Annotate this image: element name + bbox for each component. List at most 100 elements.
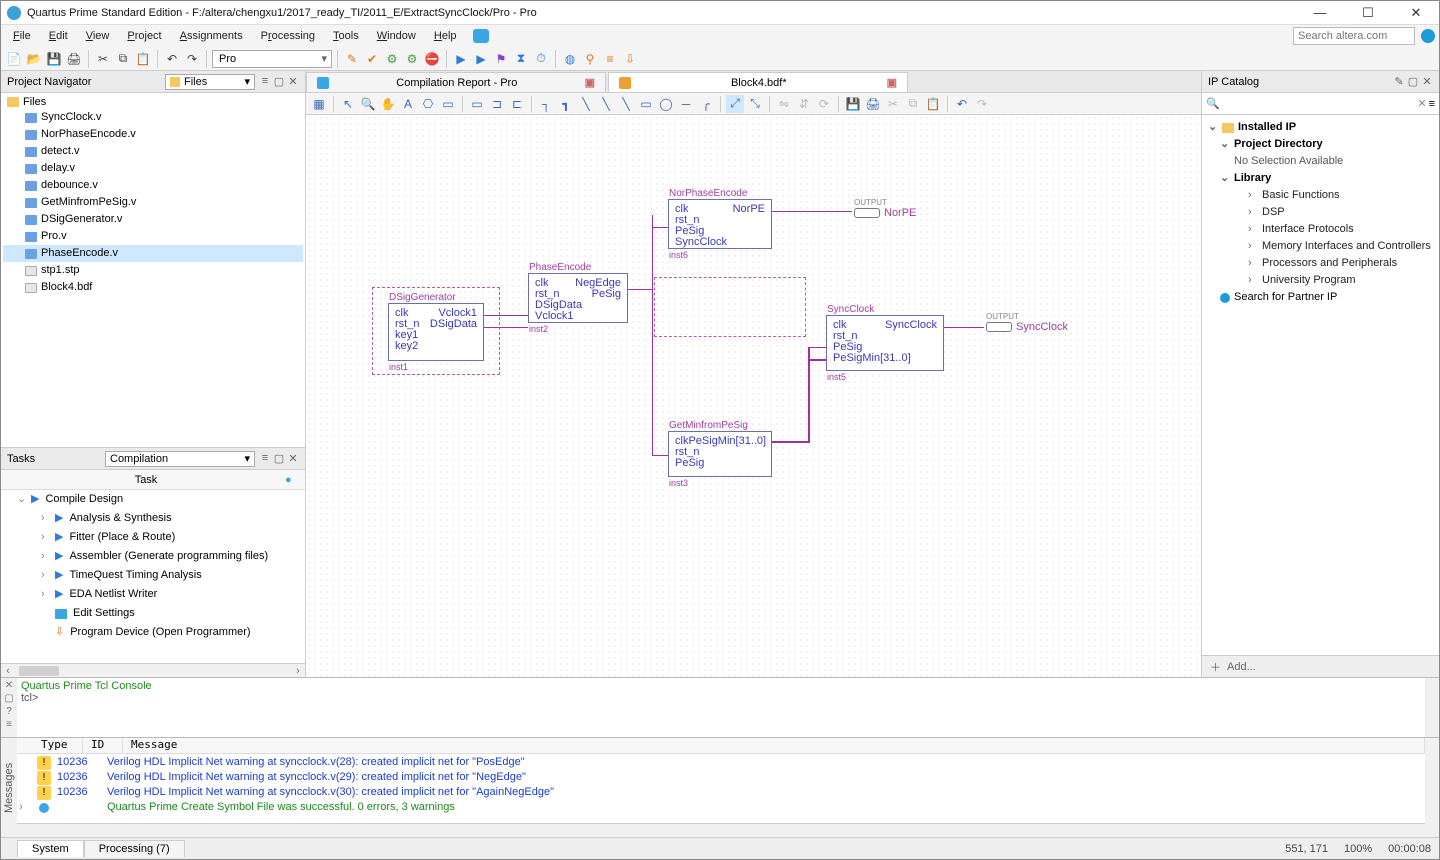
menu-tools[interactable]: Tools — [325, 28, 367, 44]
zoom-icon[interactable]: 🔍 — [359, 95, 377, 113]
open-icon[interactable]: 📂 — [25, 50, 43, 68]
menu-edit[interactable]: Edit — [41, 28, 76, 44]
altera-search-input[interactable] — [1294, 30, 1414, 42]
console-body[interactable]: Quartus Prime Tcl Console tcl> — [17, 678, 1425, 737]
tab-close-icon[interactable]: ▣ — [585, 76, 595, 89]
file-tree-item[interactable]: stp1.stp — [3, 262, 303, 279]
timing-icon[interactable]: ⏱ — [532, 50, 550, 68]
task-analysis-synthesis[interactable]: › ▶ Analysis & Synthesis — [1, 509, 305, 528]
task-edit-settings[interactable]: Edit Settings — [1, 604, 305, 623]
wand-icon[interactable]: ✎ — [1393, 75, 1405, 88]
wand-icon[interactable]: ✎ — [343, 50, 361, 68]
dock-icon[interactable]: ▢ — [273, 75, 285, 88]
pane-close-icon[interactable]: ✕ — [287, 452, 299, 465]
close-icon[interactable]: ✕ — [5, 680, 13, 691]
hand-icon[interactable]: ✋ — [379, 95, 397, 113]
menu-assignments[interactable]: Assignments — [172, 28, 251, 44]
messages-scrollbar-v[interactable] — [1425, 738, 1439, 837]
ip-library-item[interactable]: ›University Program — [1206, 272, 1435, 289]
file-tree-item[interactable]: GetMinfromPeSig.v — [3, 194, 303, 211]
file-tree-item[interactable]: DSigGenerator.v — [3, 211, 303, 228]
dock-icon[interactable]: ▢ — [273, 452, 285, 465]
task-compile-design[interactable]: ⌄ ▶ Compile Design — [1, 490, 305, 509]
globe-icon[interactable] — [1421, 29, 1435, 43]
redo-icon[interactable]: ↷ — [183, 50, 201, 68]
pin-out-icon[interactable]: ⊐ — [488, 95, 506, 113]
ip-search[interactable]: 🔍 ✕ ≡ — [1202, 93, 1439, 115]
message-row[interactable]: !10236Verilog HDL Implicit Net warning a… — [19, 755, 1423, 770]
dock-icon[interactable]: ▢ — [1407, 75, 1419, 88]
task-program-device[interactable]: ⇩ Program Device (Open Programmer) — [1, 623, 305, 642]
save-icon[interactable]: 💾 — [844, 95, 862, 113]
diag-bus-icon[interactable]: ╲ — [597, 95, 615, 113]
pane-close-icon[interactable]: ✕ — [1421, 75, 1433, 88]
message-row[interactable]: ›Quartus Prime Create Symbol File was su… — [19, 800, 1423, 815]
ip-library-item[interactable]: ›Memory Interfaces and Controllers — [1206, 238, 1435, 255]
ip-root[interactable]: ⌄ Installed IP — [1206, 119, 1435, 136]
messages-list[interactable]: !10236Verilog HDL Implicit Net warning a… — [17, 754, 1425, 823]
clear-icon[interactable]: ✕ — [1417, 97, 1426, 110]
close-button[interactable]: ✕ — [1399, 3, 1433, 23]
oval-icon[interactable]: ◯ — [657, 95, 675, 113]
menu-window[interactable]: Window — [369, 28, 424, 44]
play2-icon[interactable]: ▶ — [472, 50, 490, 68]
print-icon[interactable]: 🖨 — [864, 95, 882, 113]
menu-processing[interactable]: Processing — [253, 28, 323, 44]
project-combo[interactable]: Pro ▾ — [212, 50, 332, 68]
console-scrollbar[interactable] — [1425, 678, 1439, 737]
maximize-button[interactable]: ☐ — [1351, 3, 1385, 23]
conduit-icon[interactable]: ╲ — [617, 95, 635, 113]
print-icon[interactable]: 🖨 — [65, 50, 83, 68]
new-icon[interactable]: 📄 — [5, 50, 23, 68]
check-icon[interactable]: ✔ — [363, 50, 381, 68]
pointer-icon[interactable]: ↖ — [339, 95, 357, 113]
pin-bidir-icon[interactable]: ⊏ — [508, 95, 526, 113]
block-getminfrompesig[interactable]: GetMinfromPeSig clkPeSigMin[31..0] rst_n… — [668, 431, 772, 477]
signal-icon[interactable]: ≡ — [601, 50, 619, 68]
save-icon[interactable]: 💾 — [45, 50, 63, 68]
ip-library-item[interactable]: ›Processors and Peripherals — [1206, 255, 1435, 272]
gear-icon[interactable]: ⚙ — [383, 50, 401, 68]
messages-scrollbar-h[interactable] — [17, 823, 1425, 837]
analyze-icon[interactable]: ⧗ — [512, 50, 530, 68]
diag-wire-icon[interactable]: ╲ — [577, 95, 595, 113]
file-tree-item[interactable]: NorPhaseEncode.v — [3, 126, 303, 143]
output-pin-norpe[interactable]: OUTPUT NorPE — [854, 207, 916, 219]
ip-search-input[interactable] — [1222, 98, 1416, 110]
file-tree-item[interactable]: Block4.bdf — [3, 279, 303, 296]
menu-help[interactable]: Help — [426, 28, 465, 44]
paste-icon[interactable]: 📋 — [924, 95, 942, 113]
block-phaseencode[interactable]: PhaseEncode clkNegEdge rst_nPeSig DSigDa… — [528, 273, 628, 323]
ip-search-partner[interactable]: Search for Partner IP — [1206, 289, 1435, 306]
compile-icon[interactable]: ⚑ — [492, 50, 510, 68]
help-icon[interactable]: ? — [6, 706, 12, 717]
cut-icon[interactable]: ✂ — [94, 50, 112, 68]
task-fitter[interactable]: › ▶ Fitter (Place & Route) — [1, 528, 305, 547]
menu-file[interactable]: File — [5, 28, 39, 44]
chip-icon[interactable]: ◍ — [561, 50, 579, 68]
tab-close-icon[interactable]: ▣ — [887, 76, 897, 89]
orthogonal-bus-icon[interactable]: ┓ — [557, 95, 575, 113]
line-icon[interactable]: ─ — [677, 95, 695, 113]
output-pin-syncclock[interactable]: OUTPUT SyncClock — [986, 321, 1068, 333]
feedback-icon[interactable] — [473, 29, 489, 43]
play-icon[interactable]: ▶ — [452, 50, 470, 68]
pin-in-icon[interactable]: ▭ — [468, 95, 486, 113]
program-icon[interactable]: ⇩ — [621, 50, 639, 68]
block-dsiggenerator[interactable]: DSigGenerator clkVclock1 rst_nDSigData k… — [388, 303, 484, 361]
symbol-icon[interactable]: ⎔ — [419, 95, 437, 113]
file-tree-item[interactable]: SyncClock.v — [3, 109, 303, 126]
file-tree-item[interactable]: debounce.v — [3, 177, 303, 194]
bottom-tab-system[interactable]: System — [17, 840, 84, 857]
menu-view[interactable]: View — [78, 28, 118, 44]
ip-library-item[interactable]: ›Basic Functions — [1206, 187, 1435, 204]
block-icon[interactable]: ▭ — [439, 95, 457, 113]
tasks-scrollbar[interactable]: ‹› — [1, 663, 305, 677]
navigator-filter-combo[interactable]: Files ▾ — [165, 74, 255, 90]
ip-add-button[interactable]: ＋ Add... — [1202, 655, 1439, 677]
block-syncclock[interactable]: SyncClock clkSyncClock rst_n PeSig PeSig… — [826, 315, 944, 371]
list-icon[interactable]: ≡ — [6, 719, 12, 730]
ip-library[interactable]: ⌄ Library — [1206, 170, 1435, 187]
bottom-tab-processing[interactable]: Processing (7) — [84, 840, 185, 857]
task-assembler[interactable]: › ▶ Assembler (Generate programming file… — [1, 547, 305, 566]
